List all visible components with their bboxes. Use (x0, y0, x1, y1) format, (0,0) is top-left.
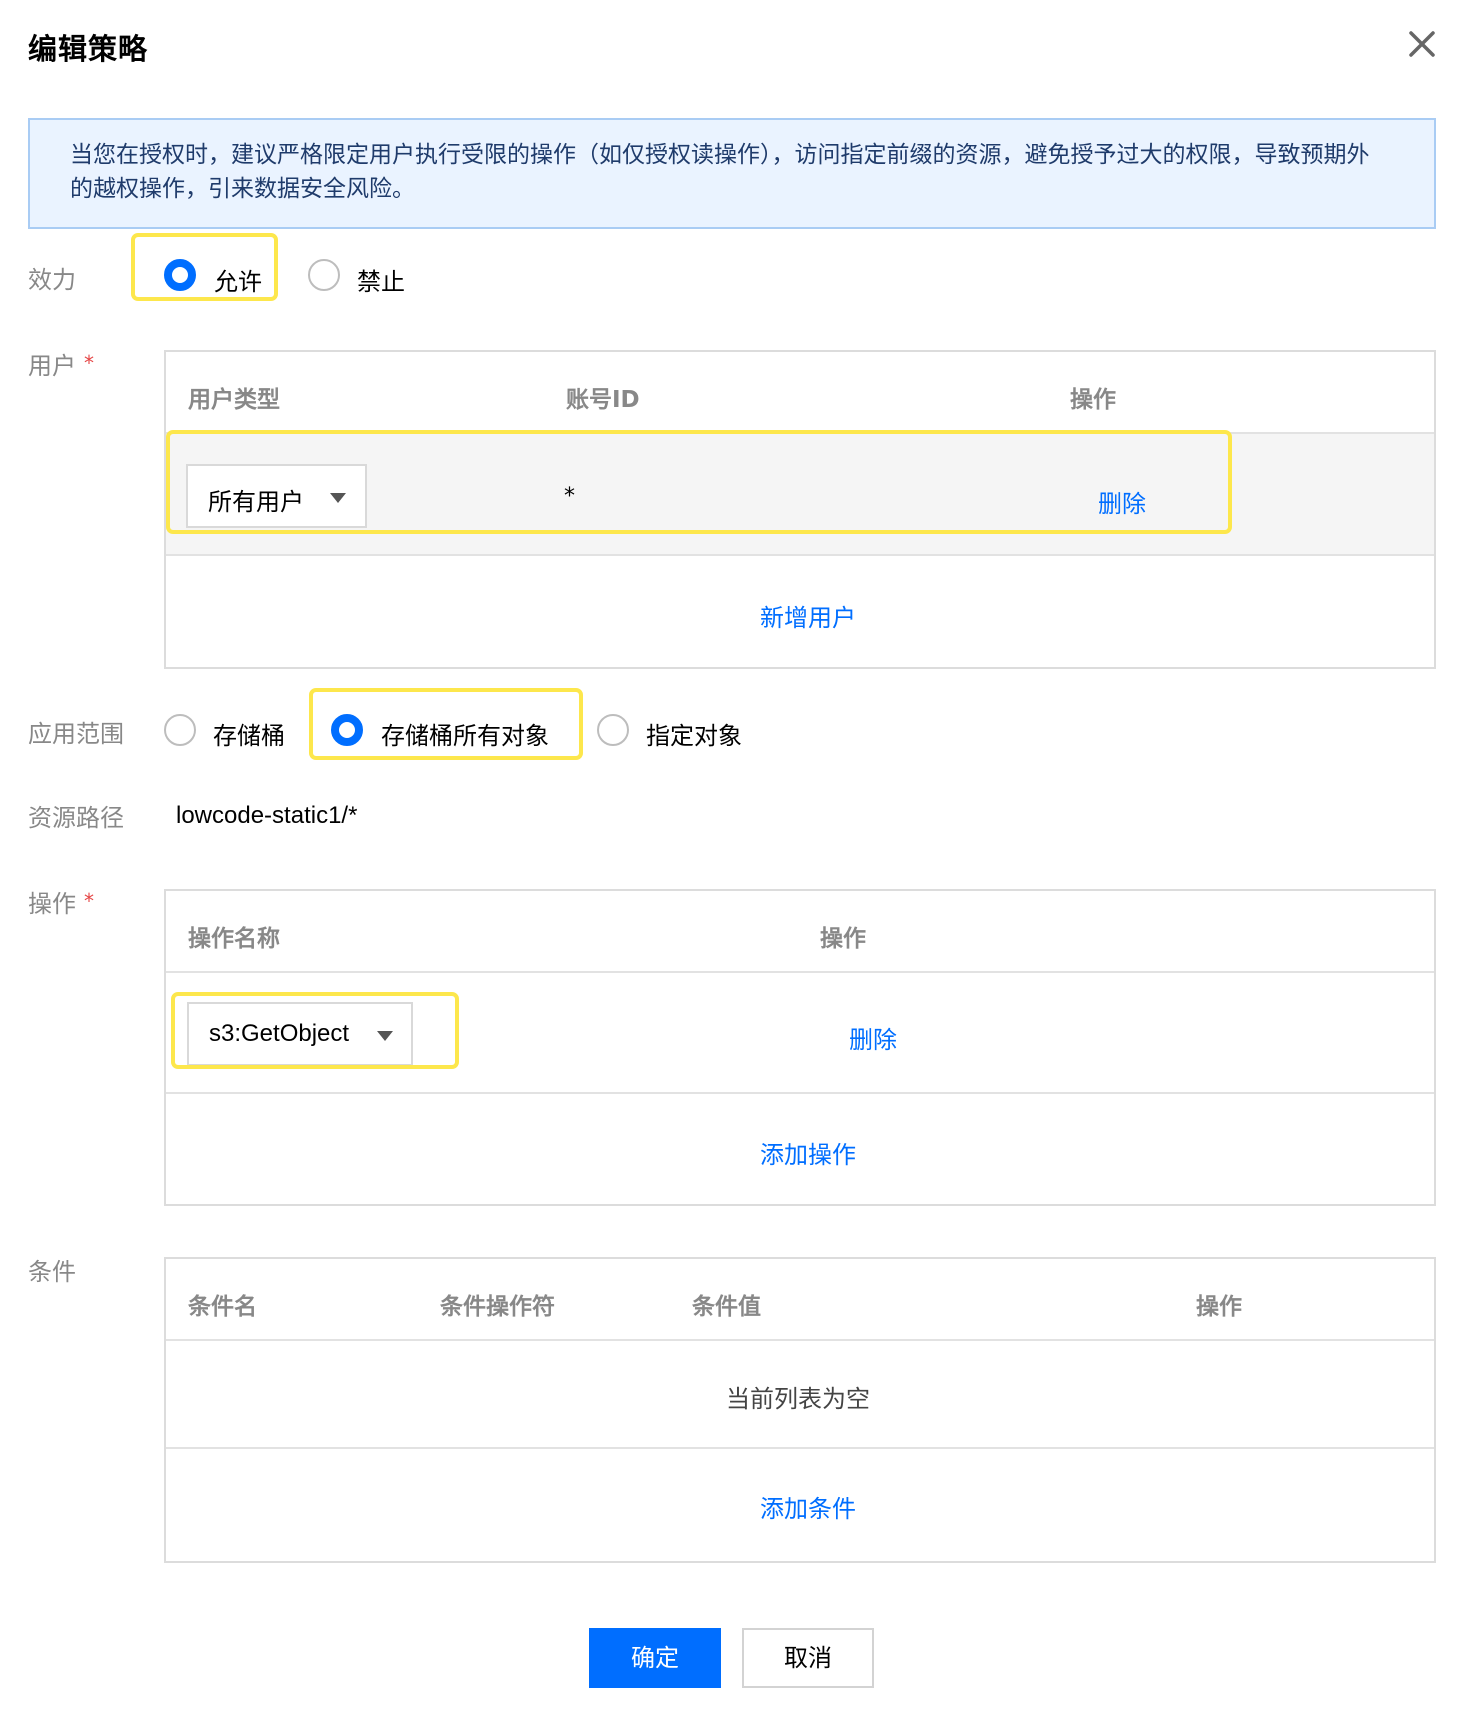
divider (166, 1339, 1434, 1341)
divider (166, 1092, 1434, 1094)
cancel-button[interactable]: 取消 (742, 1628, 874, 1688)
dialog-title: 编辑策略 (28, 32, 149, 66)
radio-deny[interactable] (308, 259, 340, 291)
divider (166, 554, 1434, 556)
add-user-link[interactable]: 新增用户 (760, 598, 856, 633)
operations-header-name: 操作名称 (188, 926, 280, 952)
close-icon[interactable] (1402, 24, 1442, 64)
required-mark: * (84, 889, 94, 913)
conditions-header-name: 条件名 (188, 1294, 257, 1320)
effect-label: 效力 (28, 266, 76, 294)
radio-all-objects[interactable] (331, 714, 363, 746)
operations-label: 操作 * (28, 884, 94, 919)
warning-notice: 当您在授权时，建议严格限定用户执行受限的操作（如仅授权读操作），访问指定前缀的资… (28, 118, 1436, 229)
confirm-button[interactable]: 确定 (589, 1628, 721, 1688)
radio-specific-object[interactable] (597, 714, 629, 746)
radio-bucket[interactable] (164, 714, 196, 746)
resource-path-label: 资源路径 (28, 804, 124, 832)
conditions-header-action: 操作 (1196, 1294, 1242, 1320)
users-label-text: 用户 (28, 352, 76, 380)
required-mark: * (84, 351, 94, 375)
users-header-action: 操作 (1070, 387, 1116, 413)
radio-deny-label[interactable]: 禁止 (357, 262, 405, 297)
empty-list-text: 当前列表为空 (726, 1385, 870, 1413)
delete-operation-link[interactable]: 删除 (849, 1020, 897, 1055)
radio-all-objects-label[interactable]: 存储桶所有对象 (381, 716, 549, 751)
highlight-box (166, 430, 1232, 534)
notice-text: 当您在授权时，建议严格限定用户执行受限的操作（如仅授权读操作），访问指定前缀的资… (70, 142, 1370, 202)
resource-path-value: lowcode-static1/* (176, 802, 358, 829)
radio-allow[interactable] (164, 259, 196, 291)
conditions-label: 条件 (28, 1258, 76, 1286)
users-header-type: 用户类型 (188, 387, 280, 413)
conditions-table: 条件名 条件操作符 条件值 操作 当前列表为空 添加条件 (164, 1257, 1436, 1563)
add-condition-link[interactable]: 添加条件 (760, 1489, 856, 1524)
highlight-box (171, 992, 459, 1069)
operations-header-action: 操作 (820, 926, 866, 952)
add-operation-link[interactable]: 添加操作 (760, 1135, 856, 1170)
conditions-header-value: 条件值 (692, 1294, 761, 1320)
users-label: 用户 * (28, 346, 94, 381)
divider (166, 971, 1434, 973)
divider (166, 1447, 1434, 1449)
operations-label-text: 操作 (28, 890, 76, 918)
users-header-account: 账号ID (566, 387, 640, 413)
scope-label: 应用范围 (28, 720, 124, 748)
radio-specific-object-label[interactable]: 指定对象 (646, 716, 742, 751)
radio-allow-label[interactable]: 允许 (214, 262, 262, 297)
radio-bucket-label[interactable]: 存储桶 (213, 716, 285, 751)
conditions-header-operator: 条件操作符 (440, 1294, 555, 1320)
